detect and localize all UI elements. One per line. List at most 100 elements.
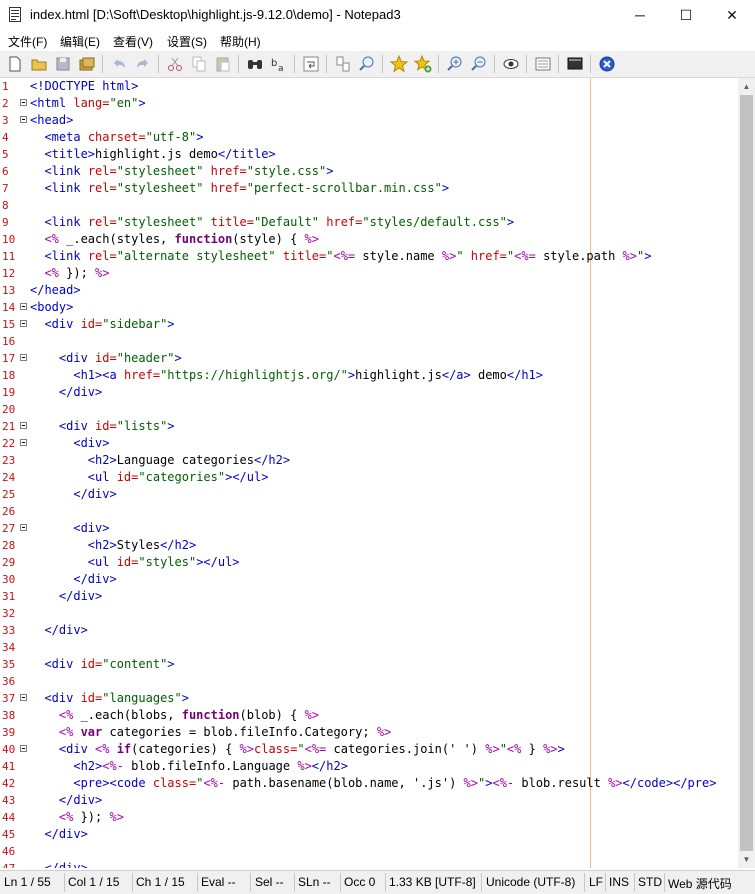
fold-toggle-icon[interactable] — [20, 99, 27, 106]
code-line[interactable]: 5 <title>highlight.js demo</title> — [0, 146, 738, 163]
fold-toggle-icon[interactable] — [20, 524, 27, 531]
code-line[interactable]: 25 </div> — [0, 486, 738, 503]
code-line[interactable]: 12 <% }); %> — [0, 265, 738, 282]
code-line[interactable]: 24 <ul id="categories"></ul> — [0, 469, 738, 486]
code-line[interactable]: 26 — [0, 503, 738, 520]
find-icon[interactable] — [246, 55, 264, 73]
code-line[interactable]: 43 </div> — [0, 792, 738, 809]
cut-icon[interactable] — [166, 55, 184, 73]
close-button[interactable]: ✕ — [709, 0, 755, 31]
code-line[interactable]: 22 <div> — [0, 435, 738, 452]
fold-toggle-icon[interactable] — [20, 745, 27, 752]
minimize-button[interactable]: ─ — [617, 0, 663, 31]
fold-toggle-icon[interactable] — [20, 694, 27, 701]
fold-toggle-icon[interactable] — [20, 320, 27, 327]
status-insert-mode[interactable]: INS — [609, 875, 629, 889]
redo-icon[interactable] — [134, 55, 152, 73]
code-line[interactable]: 8 — [0, 197, 738, 214]
code-line[interactable]: 2 <html lang="en"> — [0, 95, 738, 112]
zoom-in-icon[interactable] — [446, 55, 464, 73]
code-line[interactable]: 44 <% }); %> — [0, 809, 738, 826]
copy-icon[interactable] — [190, 55, 208, 73]
code-line[interactable]: 4 <meta charset="utf-8"> — [0, 129, 738, 146]
code-line[interactable]: 7 <link rel="stylesheet" href="perfect-s… — [0, 180, 738, 197]
fold-toggle-icon[interactable] — [20, 116, 27, 123]
code-line[interactable]: 31 </div> — [0, 588, 738, 605]
code-line[interactable]: 47 </div> — [0, 860, 738, 868]
word-wrap-icon[interactable] — [302, 55, 320, 73]
code-line[interactable]: 3 <head> — [0, 112, 738, 129]
vertical-scrollbar[interactable]: ▲ ▼ — [738, 78, 755, 868]
save-all-icon[interactable] — [78, 55, 96, 73]
status-encoding[interactable]: Unicode (UTF-8) — [486, 875, 575, 889]
split-icon[interactable] — [334, 55, 352, 73]
zoom-fit-icon[interactable] — [358, 55, 376, 73]
code-line[interactable]: 45 </div> — [0, 826, 738, 843]
undo-icon[interactable] — [110, 55, 128, 73]
fold-toggle-icon[interactable] — [20, 439, 27, 446]
code-line[interactable]: 41 <h2><%- blob.fileInfo.Language %></h2… — [0, 758, 738, 775]
code-line[interactable]: 6 <link rel="stylesheet" href="style.css… — [0, 163, 738, 180]
code-line[interactable]: 10 <% _.each(styles, function(style) { %… — [0, 231, 738, 248]
menu-view[interactable]: 查看(V) — [113, 33, 153, 50]
replace-icon[interactable]: ba — [270, 55, 288, 73]
code-line[interactable]: 33 </div> — [0, 622, 738, 639]
zoom-out-icon[interactable] — [470, 55, 488, 73]
code-editor[interactable]: 1 <!DOCTYPE html> 2 <html lang="en"> 3 <head>… — [0, 78, 738, 868]
code-line[interactable]: 37 <div id="languages"> — [0, 690, 738, 707]
open-file-icon[interactable] — [30, 55, 48, 73]
code-line[interactable]: 11 <link rel="alternate stylesheet" titl… — [0, 248, 738, 265]
code-line[interactable]: 38 <% _.each(blobs, function(blob) { %> — [0, 707, 738, 724]
code-line[interactable]: 15 <div id="sidebar"> — [0, 316, 738, 333]
code-token: <ul — [87, 555, 117, 569]
scrollbar-thumb[interactable] — [740, 95, 753, 851]
menu-edit[interactable]: 编辑(E) — [60, 33, 100, 50]
code-line[interactable]: 14 <body> — [0, 299, 738, 316]
settings-icon[interactable] — [534, 55, 552, 73]
status-lexer[interactable]: Web 源代码 — [668, 875, 732, 892]
code-line[interactable]: 1 <!DOCTYPE html> — [0, 78, 738, 95]
code-line[interactable]: 19 </div> — [0, 384, 738, 401]
fold-toggle-icon[interactable] — [20, 354, 27, 361]
paste-icon[interactable] — [214, 55, 232, 73]
code-line[interactable]: 39 <% var categories = blob.fileInfo.Cat… — [0, 724, 738, 741]
fold-toggle-icon[interactable] — [20, 422, 27, 429]
line-number: 31 — [2, 590, 16, 603]
scroll-up-arrow-icon[interactable]: ▲ — [738, 78, 755, 95]
exit-icon[interactable] — [598, 55, 616, 73]
status-line-ending[interactable]: LF — [589, 875, 603, 889]
code-line[interactable]: 20 — [0, 401, 738, 418]
new-file-icon[interactable] — [6, 55, 24, 73]
maximize-button[interactable]: ☐ — [663, 0, 709, 31]
code-line[interactable]: 16 — [0, 333, 738, 350]
code-token: </title> — [217, 147, 276, 161]
code-line[interactable]: 42 <pre><code class="<%- path.basename(b… — [0, 775, 738, 792]
code-line[interactable]: 23 <h2>Language categories</h2> — [0, 452, 738, 469]
code-line[interactable]: 18 <h1><a href="https://highlightjs.org/… — [0, 367, 738, 384]
view-icon[interactable] — [502, 55, 520, 73]
favorites-icon[interactable] — [414, 55, 432, 73]
menu-file[interactable]: 文件(F) — [8, 33, 47, 50]
add-favorite-icon[interactable] — [390, 55, 408, 73]
code-line[interactable]: 36 — [0, 673, 738, 690]
menu-settings[interactable]: 设置(S) — [167, 33, 207, 50]
code-line[interactable]: 9 <link rel="stylesheet" title="Default"… — [0, 214, 738, 231]
code-line[interactable]: 13 </head> — [0, 282, 738, 299]
code-line[interactable]: 40 <div <% if(categories) { %>class="<%=… — [0, 741, 738, 758]
code-line[interactable]: 21 <div id="lists"> — [0, 418, 738, 435]
menu-help[interactable]: 帮助(H) — [220, 33, 261, 50]
save-icon[interactable] — [54, 55, 72, 73]
fold-toggle-icon[interactable] — [20, 303, 27, 310]
code-line[interactable]: 17 <div id="header"> — [0, 350, 738, 367]
code-line[interactable]: 28 <h2>Styles</h2> — [0, 537, 738, 554]
code-line[interactable]: 35 <div id="content"> — [0, 656, 738, 673]
code-line[interactable]: 27 <div> — [0, 520, 738, 537]
code-line[interactable]: 32 — [0, 605, 738, 622]
scroll-down-arrow-icon[interactable]: ▼ — [738, 851, 755, 868]
screen-icon[interactable] — [566, 55, 584, 73]
status-std[interactable]: STD — [638, 875, 662, 889]
code-line[interactable]: 34 — [0, 639, 738, 656]
code-line[interactable]: 29 <ul id="styles"></ul> — [0, 554, 738, 571]
code-line[interactable]: 30 </div> — [0, 571, 738, 588]
code-line[interactable]: 46 — [0, 843, 738, 860]
